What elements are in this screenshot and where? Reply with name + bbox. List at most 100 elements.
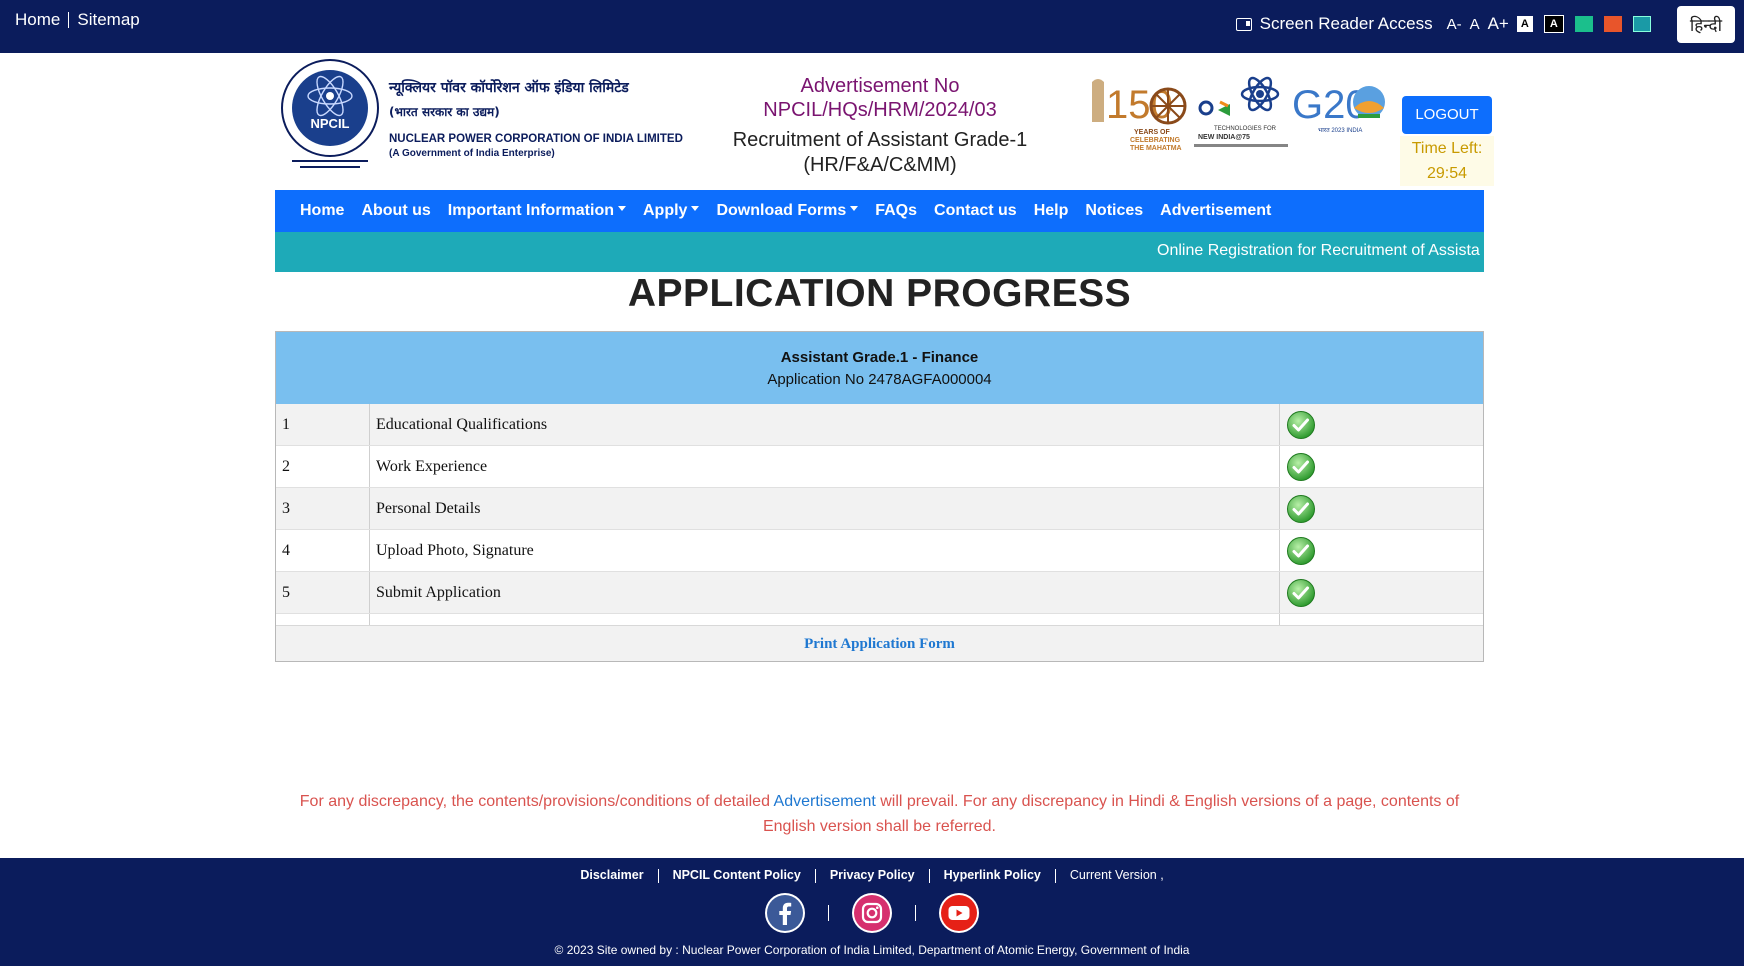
svg-text:CELEBRATING: CELEBRATING: [1130, 137, 1181, 144]
page-title: APPLICATION PROGRESS: [627, 272, 1132, 315]
checkmark-icon: [1287, 495, 1315, 523]
notice-text-1: For any discrepancy, the contents/provis…: [299, 793, 774, 810]
print-application-link[interactable]: Print Application Form: [276, 636, 1483, 653]
font-normal-button[interactable]: A: [1470, 16, 1480, 33]
youtube-icon[interactable]: [938, 892, 980, 934]
ticker-text[interactable]: Online Registration for Recruitment of A…: [1157, 242, 1480, 260]
news-ticker: Online Registration for Recruitment of A…: [275, 232, 1484, 272]
top-utility-bar: Home Sitemap Screen Reader Access A- A A…: [0, 0, 1744, 53]
theme-orange-button[interactable]: [1603, 16, 1622, 32]
disclaimer-link[interactable]: Disclaimer: [566, 868, 657, 882]
nav-faqs[interactable]: FAQs: [875, 202, 917, 220]
nav-notices[interactable]: Notices: [1085, 202, 1143, 220]
checkmark-icon: [1287, 411, 1315, 439]
advertisement-heading: Advertisement No NPCIL/HQs/HRM/2024/03 R…: [680, 74, 1080, 178]
svg-text:TECHNOLOGIES FOR: TECHNOLOGIES FOR: [1214, 126, 1277, 132]
table-row-spacer: [276, 614, 1483, 626]
main-navbar: Home About us Important Information Appl…: [275, 190, 1484, 232]
svg-text:NEW INDIA@75: NEW INDIA@75: [1198, 134, 1250, 141]
step-number: 2: [282, 458, 290, 475]
post-name: Assistant Grade.1 - Finance: [780, 349, 979, 366]
svg-text:भारत 2023 INDIA: भारत 2023 INDIA: [1318, 128, 1362, 134]
current-version: Current Version ,: [1069, 868, 1164, 882]
advertisement-number: NPCIL/HQs/HRM/2024/03: [763, 99, 997, 121]
org-name-english: NUCLEAR POWER CORPORATION OF INDIA LIMIT…: [389, 133, 683, 145]
svg-text:THE MAHATMA: THE MAHATMA: [1130, 145, 1182, 152]
time-left-label: Time Left:: [1411, 140, 1483, 157]
chevron-down-icon: [618, 206, 626, 212]
hindi-language-button[interactable]: हिन्दी: [1676, 5, 1735, 43]
recruitment-title-line1: Recruitment of Assistant Grade-1: [732, 129, 1028, 151]
table-row: 2 Work Experience: [276, 446, 1483, 488]
footer: Disclaimer NPCIL Content Policy Privacy Po…: [0, 858, 1744, 966]
checkmark-icon: [1287, 579, 1315, 607]
screen-reader-icon: [1235, 17, 1252, 31]
step-number: 5: [282, 584, 290, 601]
screen-reader-link[interactable]: Screen Reader Access: [1235, 14, 1433, 34]
svg-text:YEARS OF: YEARS OF: [1134, 129, 1171, 136]
font-decrease-button[interactable]: A-: [1447, 16, 1462, 33]
font-increase-button[interactable]: A+: [1488, 14, 1509, 34]
chevron-down-icon: [691, 206, 700, 212]
step-label: Upload Photo, Signature: [376, 542, 534, 559]
table-row: 4 Upload Photo, Signature: [276, 530, 1483, 572]
org-name-hindi: न्यूक्लियर पॉवर कॉर्पोरेशन ऑफ इंडिया लिम…: [389, 80, 629, 96]
checkmark-icon: [1287, 453, 1315, 481]
theme-black-button[interactable]: A: [1543, 15, 1564, 33]
discrepancy-notice: For any discrepancy, the contents/provis…: [275, 789, 1484, 839]
g20-logo: G20 भारत 2023 INDIA: [1292, 83, 1385, 134]
nav-about-us[interactable]: About us: [361, 202, 430, 220]
step-number: 4: [282, 542, 290, 559]
theme-teal-button[interactable]: [1632, 16, 1651, 32]
privacy-policy-link[interactable]: Privacy Policy: [816, 868, 929, 882]
sitemap-link[interactable]: Sitemap: [77, 10, 139, 30]
nav-apply[interactable]: Apply: [643, 202, 700, 220]
checkmark-icon: [1287, 537, 1315, 565]
screen-reader-label: Screen Reader Access: [1259, 14, 1433, 33]
org-subtitle-english: (A Government of India Enterprise): [389, 148, 555, 159]
step-number: 1: [282, 416, 290, 433]
table-row: 1 Educational Qualifications: [276, 404, 1483, 446]
nav-download-forms[interactable]: Download Forms: [716, 202, 859, 220]
copyright-text: © 2023 Site owned by : Nuclear Power Cor…: [554, 943, 1190, 957]
theme-green-button[interactable]: [1574, 16, 1593, 32]
instagram-icon[interactable]: [851, 892, 893, 934]
partner-logos: 150 YEARS OF CELEBRATING THE MAHATMA TEC…: [1086, 72, 1394, 160]
step-label: Personal Details: [376, 500, 481, 517]
application-number: Application No 2478AGFA000004: [767, 371, 992, 388]
nav-help[interactable]: Help: [1034, 202, 1069, 220]
hyperlink-policy-link[interactable]: Hyperlink Policy: [930, 868, 1055, 882]
facebook-icon[interactable]: [764, 892, 806, 934]
new-india-75-logo: TECHNOLOGIES FOR NEW INDIA@75: [1194, 76, 1288, 147]
emblem-text: NPCIL: [311, 116, 350, 131]
recruitment-title: Recruitment of Assistant Grade-1 (HR/F&A…: [680, 128, 1080, 178]
table-row: 5 Submit Application: [276, 572, 1483, 614]
recruitment-title-line2: (HR/F&A/C&MM): [803, 154, 957, 176]
theme-white-button[interactable]: A: [1516, 16, 1533, 32]
nav-home[interactable]: Home: [300, 202, 344, 220]
social-links: [0, 892, 1744, 934]
table-row: 3 Personal Details: [276, 488, 1483, 530]
step-label: Educational Qualifications: [376, 416, 548, 433]
nav-contact-us[interactable]: Contact us: [934, 202, 1017, 220]
advertisement-label: Advertisement No: [800, 75, 960, 97]
time-left-value: 29:54: [1426, 165, 1468, 182]
gandhi-150-logo: 150 YEARS OF CELEBRATING THE MAHATMA: [1092, 79, 1187, 152]
divider: [68, 12, 70, 28]
npcil-emblem-logo: NPCIL: [278, 56, 382, 174]
org-subtitle-hindi: (भारत सरकार का उद्यम): [389, 105, 500, 119]
content-policy-link[interactable]: NPCIL Content Policy: [659, 868, 815, 882]
nav-important-information[interactable]: Important Information: [448, 202, 626, 220]
footer-links: Disclaimer NPCIL Content Policy Privacy Po…: [0, 868, 1744, 883]
application-progress-panel: Assistant Grade.1 - Finance Application …: [275, 331, 1484, 662]
advertisement-link[interactable]: Advertisement: [774, 793, 876, 810]
step-label: Work Experience: [376, 458, 488, 475]
step-number: 3: [282, 500, 290, 517]
step-label: Submit Application: [376, 584, 501, 601]
top-home-link[interactable]: Home: [15, 10, 60, 30]
logout-button[interactable]: LOGOUT: [1402, 96, 1492, 134]
nav-advertisement[interactable]: Advertisement: [1160, 202, 1271, 220]
session-timer: Time Left: 29:54: [1400, 136, 1494, 186]
chevron-down-icon: [850, 206, 859, 212]
panel-header: Assistant Grade.1 - Finance Application …: [276, 332, 1483, 404]
